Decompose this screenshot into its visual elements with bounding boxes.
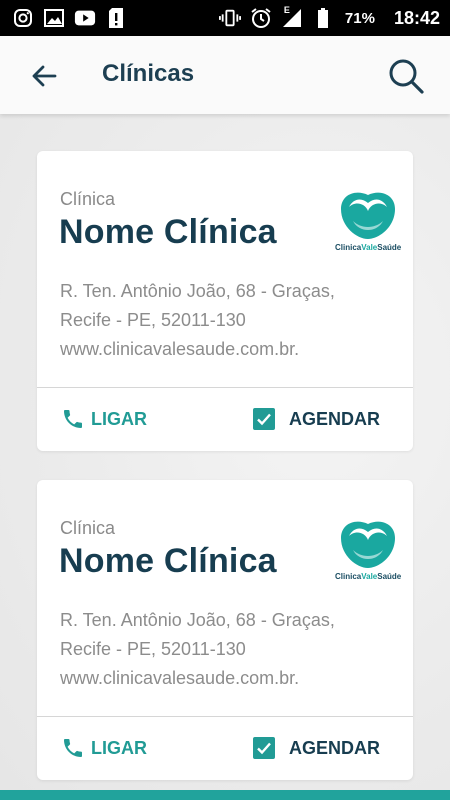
youtube-icon xyxy=(74,7,96,29)
address-line: Recife - PE, 52011-130 xyxy=(60,639,246,659)
logo-wordmark: ClinicaValeSaúde xyxy=(335,572,401,581)
clinic-list[interactable]: Clínica Nome Clínica ClinicaValeSaúde R.… xyxy=(0,114,450,790)
call-button-label: LIGAR xyxy=(91,408,147,429)
clinic-type-label: Clínica xyxy=(60,189,116,209)
phone-icon xyxy=(64,410,82,428)
call-button[interactable]: LIGAR xyxy=(61,732,147,764)
arrow-back-icon xyxy=(32,65,57,87)
card-divider xyxy=(37,387,413,388)
check-icon xyxy=(257,413,271,426)
clinic-logo: ClinicaValeSaúde xyxy=(335,516,401,586)
address-line: R. Ten. Antônio João, 68 - Graças, xyxy=(60,610,335,630)
book-checkbox[interactable] xyxy=(253,737,275,759)
clinic-card[interactable]: Clínica Nome Clínica ClinicaValeSaúde R.… xyxy=(37,151,413,451)
logo-text-part: Vale xyxy=(361,243,378,252)
battery-icon xyxy=(312,7,334,29)
book-checkbox[interactable] xyxy=(253,408,275,430)
clinic-address: R. Ten. Antônio João, 68 - Graças, Recif… xyxy=(60,277,370,364)
call-button[interactable]: LIGAR xyxy=(61,403,147,435)
network-type-label: E xyxy=(283,5,290,15)
status-system: E 71% 18:42 xyxy=(218,5,440,29)
back-button[interactable] xyxy=(28,60,60,92)
clinic-website: www.clinicavalesaude.com.br. xyxy=(60,339,300,359)
clinic-logo: ClinicaValeSaúde xyxy=(335,187,401,257)
gallery-icon xyxy=(43,7,65,29)
clinic-card[interactable]: Clínica Nome Clínica ClinicaValeSaúde R.… xyxy=(37,480,413,780)
signal-icon: E xyxy=(281,5,303,29)
clinic-name: Nome Clínica xyxy=(59,542,277,580)
battery-percentage: 71% xyxy=(344,9,375,27)
search-button[interactable] xyxy=(386,56,426,96)
status-bar: E 71% 18:42 xyxy=(0,0,450,36)
clinic-type-label: Clínica xyxy=(60,518,116,538)
vibrate-icon xyxy=(218,7,241,29)
logo-text-part: Clinica xyxy=(335,572,362,581)
book-button[interactable]: AGENDAR xyxy=(253,403,380,435)
book-button-label: AGENDAR xyxy=(289,737,381,758)
app-bar: Clínicas xyxy=(0,36,450,114)
call-button-label: LIGAR xyxy=(91,737,147,758)
address-line: Recife - PE, 52011-130 xyxy=(60,310,246,330)
book-button-label: AGENDAR xyxy=(289,408,381,429)
search-icon xyxy=(389,59,424,94)
phone-icon xyxy=(64,739,82,757)
clinic-name: Nome Clínica xyxy=(59,213,277,251)
clinic-website: www.clinicavalesaude.com.br. xyxy=(60,668,300,688)
logo-text-part: Saúde xyxy=(377,243,402,252)
logo-text-part: Vale xyxy=(361,572,378,581)
instagram-icon xyxy=(12,7,34,29)
clinic-address: R. Ten. Antônio João, 68 - Graças, Recif… xyxy=(60,606,370,693)
status-clock: 18:42 xyxy=(393,7,440,28)
alarm-icon xyxy=(250,7,272,29)
book-button[interactable]: AGENDAR xyxy=(253,732,380,764)
address-line: R. Ten. Antônio João, 68 - Graças, xyxy=(60,281,335,301)
logo-text-part: Saúde xyxy=(377,572,402,581)
check-icon xyxy=(257,742,271,755)
page-title: Clínicas xyxy=(102,60,195,87)
logo-wordmark: ClinicaValeSaúde xyxy=(335,243,401,252)
logo-text-part: Clinica xyxy=(335,243,362,252)
status-notifications xyxy=(12,7,127,29)
sim-alert-icon xyxy=(105,7,127,29)
card-divider xyxy=(37,716,413,717)
bottom-accent-bar xyxy=(0,790,450,800)
